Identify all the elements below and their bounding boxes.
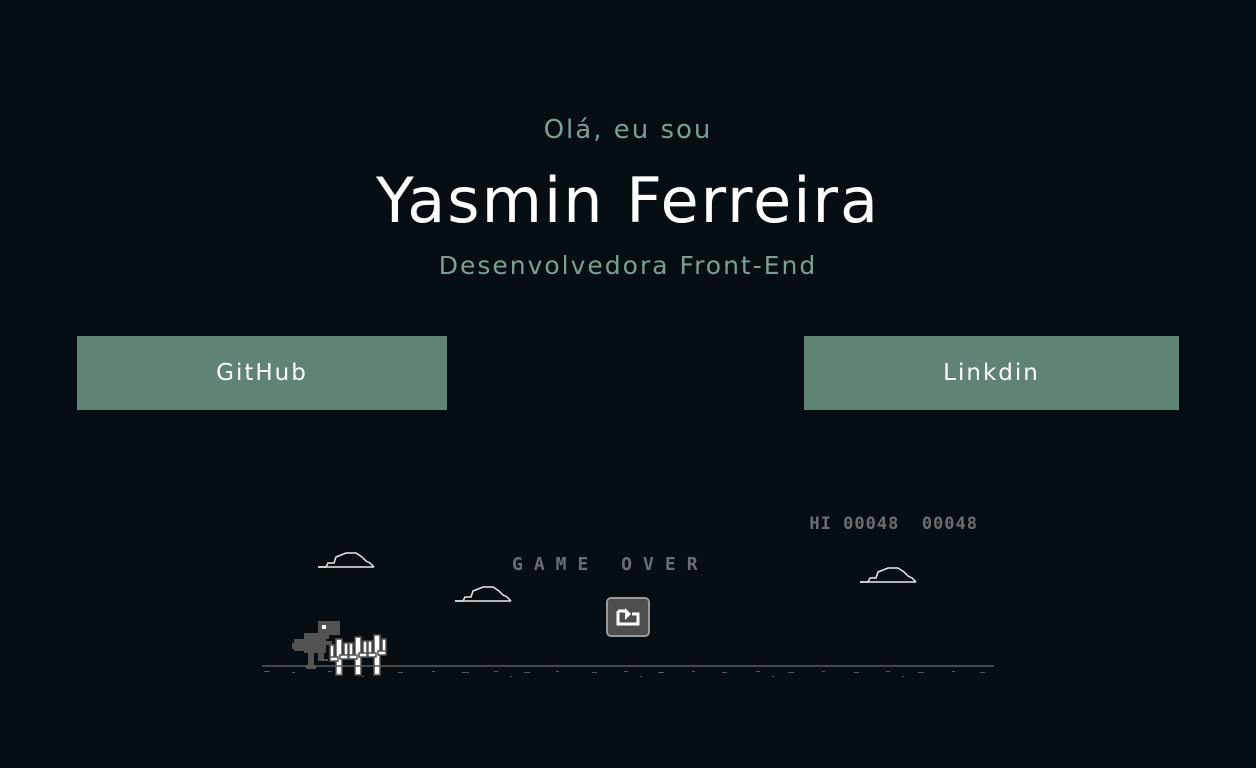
game-over-text: GAME OVER — [512, 554, 709, 575]
dino-game[interactable]: HI 00048 00048 GAME OVER — [262, 505, 994, 685]
current-score: 00048 — [921, 514, 978, 534]
cactus-icon — [367, 634, 387, 676]
hi-score: 00048 — [843, 514, 900, 534]
hi-label: HI — [809, 514, 832, 534]
restart-icon[interactable] — [606, 597, 650, 637]
hero-greeting: Olá, eu sou — [543, 115, 713, 145]
ground-texture — [264, 671, 985, 677]
page: Olá, eu sou Yasmin Ferreira Desenvolvedo… — [0, 0, 1256, 768]
linkedin-button[interactable]: Linkdin — [804, 336, 1179, 410]
score-display: HI 00048 00048 — [809, 514, 978, 534]
github-button[interactable]: GitHub — [77, 336, 447, 410]
cloud-icon — [318, 552, 375, 568]
hero-role: Desenvolvedora Front-End — [438, 251, 818, 280]
cloud-icon — [860, 567, 917, 583]
cloud-icon — [455, 586, 512, 602]
dino-eye-icon — [322, 625, 326, 629]
cactus-icon — [329, 638, 349, 676]
hero-name: Yasmin Ferreira — [375, 164, 881, 237]
cactus-icon — [348, 636, 368, 676]
